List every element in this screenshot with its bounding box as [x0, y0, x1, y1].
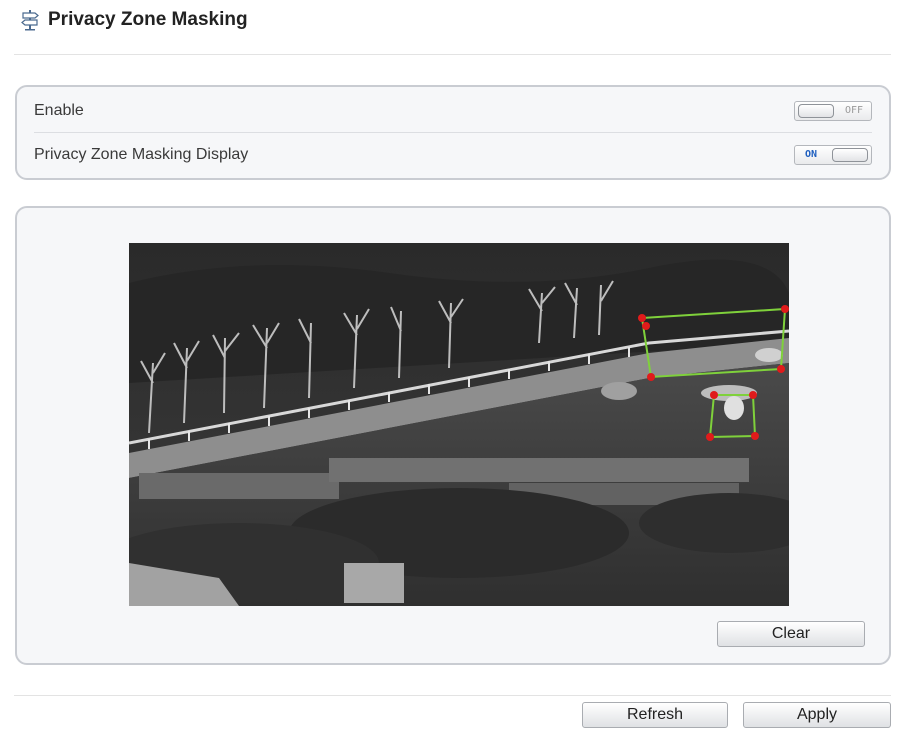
signpost-icon [21, 10, 39, 31]
settings-panel: Enable OFF Privacy Zone Masking Display … [15, 85, 891, 180]
zone-vertex[interactable] [647, 373, 655, 381]
zone-vertex[interactable] [751, 432, 759, 440]
footer-divider [14, 695, 891, 696]
page-header: Privacy Zone Masking [20, 6, 248, 34]
zone-vertex[interactable] [749, 391, 757, 399]
zone-vertex[interactable] [642, 322, 650, 330]
display-row: Privacy Zone Masking Display ON [34, 133, 872, 177]
toggle-state-text: OFF [844, 104, 863, 116]
refresh-button[interactable]: Refresh [582, 702, 728, 728]
enable-label: Enable [34, 101, 84, 119]
toggle-state-text: ON [805, 149, 818, 160]
wall [139, 473, 339, 499]
apply-button[interactable]: Apply [743, 702, 891, 728]
toggle-knob [798, 103, 834, 118]
display-label: Privacy Zone Masking Display [34, 146, 249, 163]
video-preview[interactable] [129, 243, 789, 606]
enable-toggle[interactable]: OFF [794, 100, 872, 121]
page-title: Privacy Zone Masking [48, 9, 248, 30]
clear-button[interactable]: Clear [717, 621, 865, 647]
toggle-knob [832, 148, 868, 162]
zone-vertex[interactable] [710, 391, 718, 399]
thermal-scene [129, 243, 789, 606]
enable-row: Enable OFF [34, 89, 872, 133]
zone-vertex[interactable] [706, 433, 714, 441]
zone-vertex[interactable] [638, 314, 646, 322]
object [755, 348, 783, 362]
object [601, 382, 637, 400]
preview-panel: Clear [15, 206, 891, 665]
object [724, 396, 744, 420]
display-toggle[interactable]: ON [794, 145, 872, 165]
wall [329, 458, 749, 482]
zone-vertex[interactable] [777, 365, 785, 373]
debris [344, 563, 404, 603]
zone-vertex[interactable] [781, 305, 789, 313]
header-divider [14, 54, 891, 55]
